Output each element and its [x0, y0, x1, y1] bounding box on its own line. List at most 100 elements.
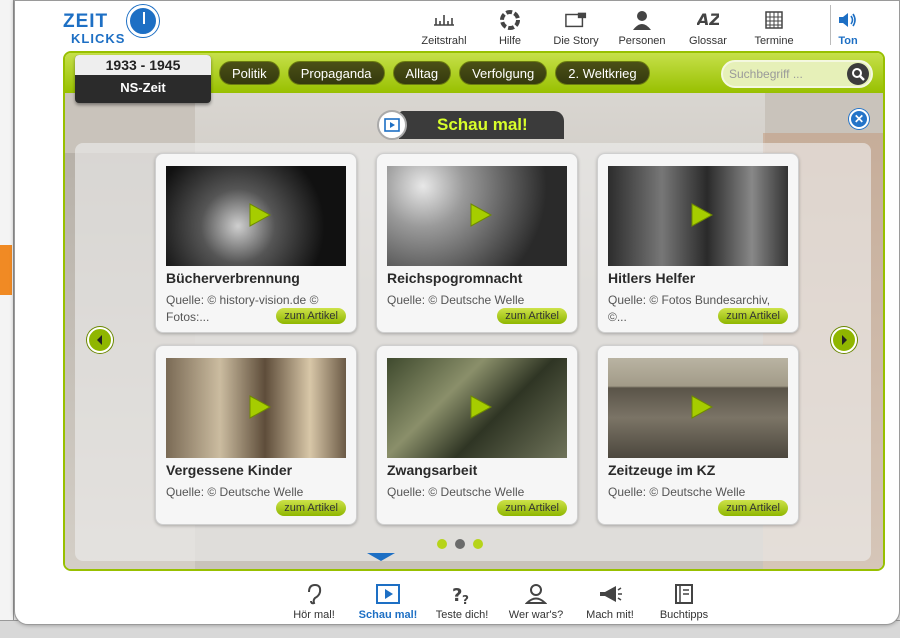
search-button[interactable]: [847, 63, 869, 85]
video-icon: [377, 110, 407, 140]
video-title: Zeitzeuge im KZ: [608, 462, 716, 478]
nav-termine[interactable]: Termine: [741, 5, 807, 47]
topic-tabs: Politik Propaganda Alltag Verfolgung 2. …: [219, 61, 650, 85]
video-card[interactable]: Zwangsarbeit Quelle: © Deutsche Welle zu…: [376, 345, 578, 525]
play-icon: [691, 203, 714, 227]
logo-text-klicks: KLICKS: [71, 31, 126, 46]
bottom-navigation: Hör mal! Schau mal! ?? Teste dich! Wer w…: [277, 577, 721, 621]
sound-toggle-group: Ton: [815, 5, 881, 47]
video-source: Quelle: © Deutsche Welle: [608, 484, 788, 501]
nav-hilfe[interactable]: Hilfe: [477, 5, 543, 47]
article-button[interactable]: zum Artikel: [497, 308, 567, 324]
nav-buchtipps[interactable]: Buchtipps: [647, 577, 721, 621]
background-comic-strip: [0, 0, 14, 638]
tab-politik[interactable]: Politik: [219, 61, 280, 85]
video-icon: [376, 582, 400, 606]
video-source-line1: Quelle: © Deutsche Welle: [387, 485, 525, 499]
quiz-icon: ??: [450, 582, 474, 606]
video-thumbnail[interactable]: [608, 166, 788, 266]
story-icon: [565, 9, 587, 31]
nav-ton[interactable]: Ton: [815, 5, 881, 47]
nav-wer-wars[interactable]: Wer war's?: [499, 577, 573, 621]
video-card[interactable]: Hitlers Helfer Quelle: © Fotos Bundesarc…: [597, 153, 799, 333]
tab-propaganda[interactable]: Propaganda: [287, 61, 385, 85]
nav-hoer-mal[interactable]: Hör mal!: [277, 577, 351, 621]
close-icon: ✕: [853, 112, 865, 126]
video-title: Reichspogromnacht: [387, 270, 523, 286]
nav-zeitstrahl[interactable]: Zeitstrahl: [411, 5, 477, 47]
megaphone-icon: [598, 582, 622, 606]
video-card[interactable]: Zeitzeuge im KZ Quelle: © Deutsche Welle…: [597, 345, 799, 525]
video-thumbnail[interactable]: [387, 358, 567, 458]
video-grid: Bücherverbrennung Quelle: © history-visi…: [155, 153, 801, 527]
page-dot[interactable]: [437, 539, 447, 549]
book-icon: [672, 582, 696, 606]
page-dot[interactable]: [473, 539, 483, 549]
tab-weltkrieg[interactable]: 2. Weltkrieg: [555, 61, 650, 85]
active-section-indicator: [367, 553, 395, 561]
video-thumbnail[interactable]: [166, 358, 346, 458]
nav-die-story[interactable]: Die Story: [543, 5, 609, 47]
prev-page-button[interactable]: [87, 327, 113, 353]
video-card[interactable]: Bücherverbrennung Quelle: © history-visi…: [155, 153, 357, 333]
nav-personen[interactable]: Personen: [609, 5, 675, 47]
video-source-line1: Quelle: © Deutsche Welle: [387, 293, 525, 307]
article-button[interactable]: zum Artikel: [276, 500, 346, 516]
nav-ton-label: Ton: [838, 35, 858, 47]
nav-mach-mit[interactable]: Mach mit!: [573, 577, 647, 621]
nav-buchtipps-label: Buchtipps: [659, 609, 709, 621]
person-icon: [631, 9, 653, 31]
video-title: Bücherverbrennung: [166, 270, 300, 286]
section-header: Schau mal!: [377, 107, 564, 143]
glossary-icon: AZ: [697, 9, 719, 31]
video-source-line1: Quelle: © history-vision.de ©: [166, 293, 319, 307]
nav-teste-dich-label: Teste dich!: [435, 609, 489, 621]
person-search-icon: [524, 582, 548, 606]
search-box: [721, 60, 873, 88]
video-source-line1: Quelle: © Deutsche Welle: [608, 485, 746, 499]
close-button[interactable]: ✕: [849, 109, 869, 129]
article-button[interactable]: zum Artikel: [718, 500, 788, 516]
video-source-line2: ©...: [608, 310, 627, 324]
article-button[interactable]: zum Artikel: [718, 308, 788, 324]
nav-die-story-label: Die Story: [553, 35, 599, 47]
calendar-icon: [763, 9, 785, 31]
background-orange-shape: [0, 245, 12, 295]
tab-alltag[interactable]: Alltag: [392, 61, 452, 85]
video-title: Hitlers Helfer: [608, 270, 696, 286]
tab-verfolgung[interactable]: Verfolgung: [459, 61, 548, 85]
video-thumbnail[interactable]: [608, 358, 788, 458]
nav-zeitstrahl-label: Zeitstrahl: [421, 35, 467, 47]
pagination-dots: [437, 539, 483, 549]
search-input[interactable]: [729, 65, 841, 83]
nav-teste-dich[interactable]: ?? Teste dich!: [425, 577, 499, 621]
video-card[interactable]: Vergessene Kinder Quelle: © Deutsche Wel…: [155, 345, 357, 525]
svg-text:AZ: AZ: [697, 10, 719, 29]
article-button[interactable]: zum Artikel: [497, 500, 567, 516]
zeitklicks-logo[interactable]: ZEIT KLICKS: [61, 3, 161, 47]
video-thumbnail[interactable]: [166, 166, 346, 266]
play-icon: [470, 203, 493, 227]
play-icon: [691, 395, 714, 419]
video-source-line2: Fotos:...: [166, 310, 210, 324]
play-icon: [249, 203, 272, 227]
nav-schau-mal[interactable]: Schau mal!: [351, 577, 425, 621]
video-thumbnail[interactable]: [387, 166, 567, 266]
nav-personen-label: Personen: [618, 35, 666, 47]
article-button[interactable]: zum Artikel: [276, 308, 346, 324]
nav-glossar[interactable]: AZ Glossar: [675, 5, 741, 47]
video-source: Quelle: © Deutsche Welle: [387, 484, 567, 501]
video-card[interactable]: Reichspogromnacht Quelle: © Deutsche Wel…: [376, 153, 578, 333]
era-selector[interactable]: 1933 - 1945 NS-Zeit: [75, 55, 211, 103]
next-page-button[interactable]: [831, 327, 857, 353]
nav-termine-label: Termine: [754, 35, 794, 47]
timeline-icon: [433, 9, 455, 31]
search-icon: [852, 68, 865, 81]
top-navigation: Zeitstrahl Hilfe Die Story Personen AZ G…: [411, 5, 807, 47]
page-dot-active[interactable]: [455, 539, 465, 549]
video-source-line1: Quelle: © Deutsche Welle: [166, 485, 304, 499]
nav-mach-mit-label: Mach mit!: [586, 609, 634, 621]
ear-icon: [302, 582, 326, 606]
nav-wer-wars-label: Wer war's?: [508, 609, 564, 621]
svg-text:?: ?: [452, 585, 462, 605]
